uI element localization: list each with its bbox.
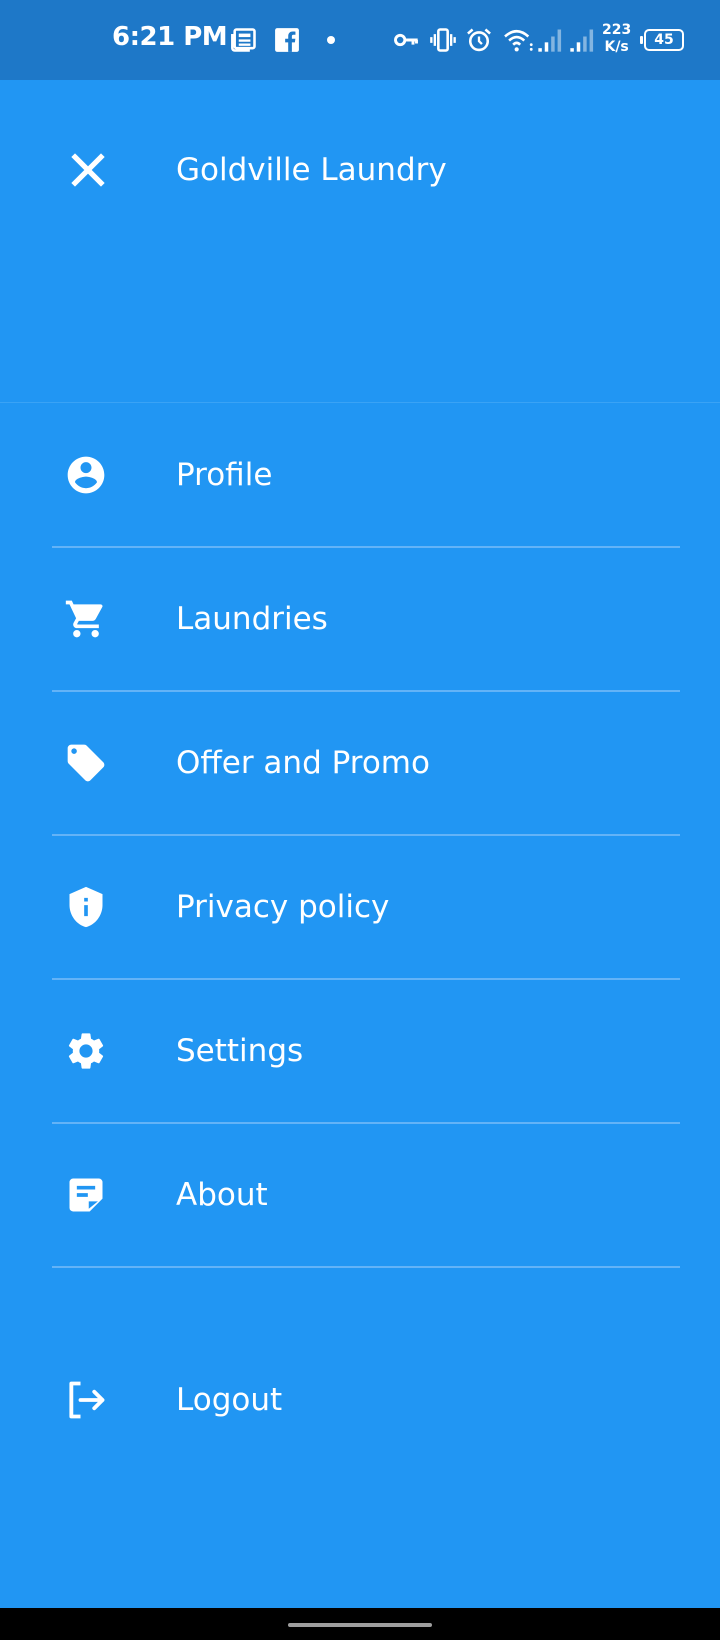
menu-item-label: Profile bbox=[176, 456, 273, 493]
menu-item-about[interactable]: About bbox=[52, 1123, 680, 1268]
menu-item-logout[interactable]: Logout bbox=[52, 1328, 680, 1471]
shopping-cart-icon bbox=[65, 600, 103, 637]
signal-icon bbox=[570, 29, 594, 52]
menu-item-label: Laundries bbox=[176, 600, 328, 637]
network-speed-value: 223 bbox=[602, 22, 632, 38]
alarm-icon bbox=[467, 28, 491, 52]
system-navigation-bar bbox=[0, 1608, 720, 1640]
menu-item-laundries[interactable]: Laundries bbox=[52, 547, 680, 692]
menu-item-label: About bbox=[176, 1176, 268, 1213]
battery-level: 45 bbox=[654, 32, 674, 48]
status-time: 6:21 PM bbox=[112, 22, 228, 52]
dot-icon bbox=[327, 36, 335, 44]
menu-item-label: Privacy policy bbox=[176, 888, 390, 925]
menu-item-offer-and-promo[interactable]: Offer and Promo bbox=[52, 691, 680, 836]
wifi-icon bbox=[504, 29, 533, 52]
menu-item-privacy-policy[interactable]: Privacy policy bbox=[52, 835, 680, 980]
menu-item-profile[interactable]: Profile bbox=[52, 403, 680, 548]
gear-icon bbox=[68, 1032, 104, 1069]
tag-icon bbox=[67, 744, 105, 781]
battery-icon: 45 bbox=[640, 29, 684, 51]
menu-item-label: Settings bbox=[176, 1032, 304, 1069]
close-button[interactable] bbox=[64, 146, 112, 194]
facebook-icon bbox=[275, 28, 299, 52]
sticky-note-icon bbox=[69, 1178, 103, 1211]
vibrate-icon bbox=[430, 28, 456, 52]
menu-item-label: Logout bbox=[176, 1381, 283, 1418]
shield-info-icon bbox=[69, 886, 103, 927]
drawer-header: Goldville Laundry bbox=[0, 80, 720, 403]
account-circle-icon bbox=[67, 456, 105, 493]
network-speed-unit: K/s bbox=[604, 39, 629, 55]
menu-item-settings[interactable]: Settings bbox=[52, 979, 680, 1124]
signal-icon bbox=[538, 29, 562, 52]
status-bar: 6:21 PM 223 K/s 45 bbox=[0, 0, 720, 80]
news-icon bbox=[231, 28, 256, 52]
close-icon bbox=[71, 153, 105, 187]
logout-icon bbox=[69, 1381, 105, 1418]
network-speed: 223 K/s bbox=[602, 22, 631, 56]
vpn-key-icon bbox=[394, 33, 418, 47]
home-indicator[interactable] bbox=[288, 1623, 432, 1627]
menu-item-label: Offer and Promo bbox=[176, 744, 430, 781]
app-title: Goldville Laundry bbox=[176, 152, 447, 188]
